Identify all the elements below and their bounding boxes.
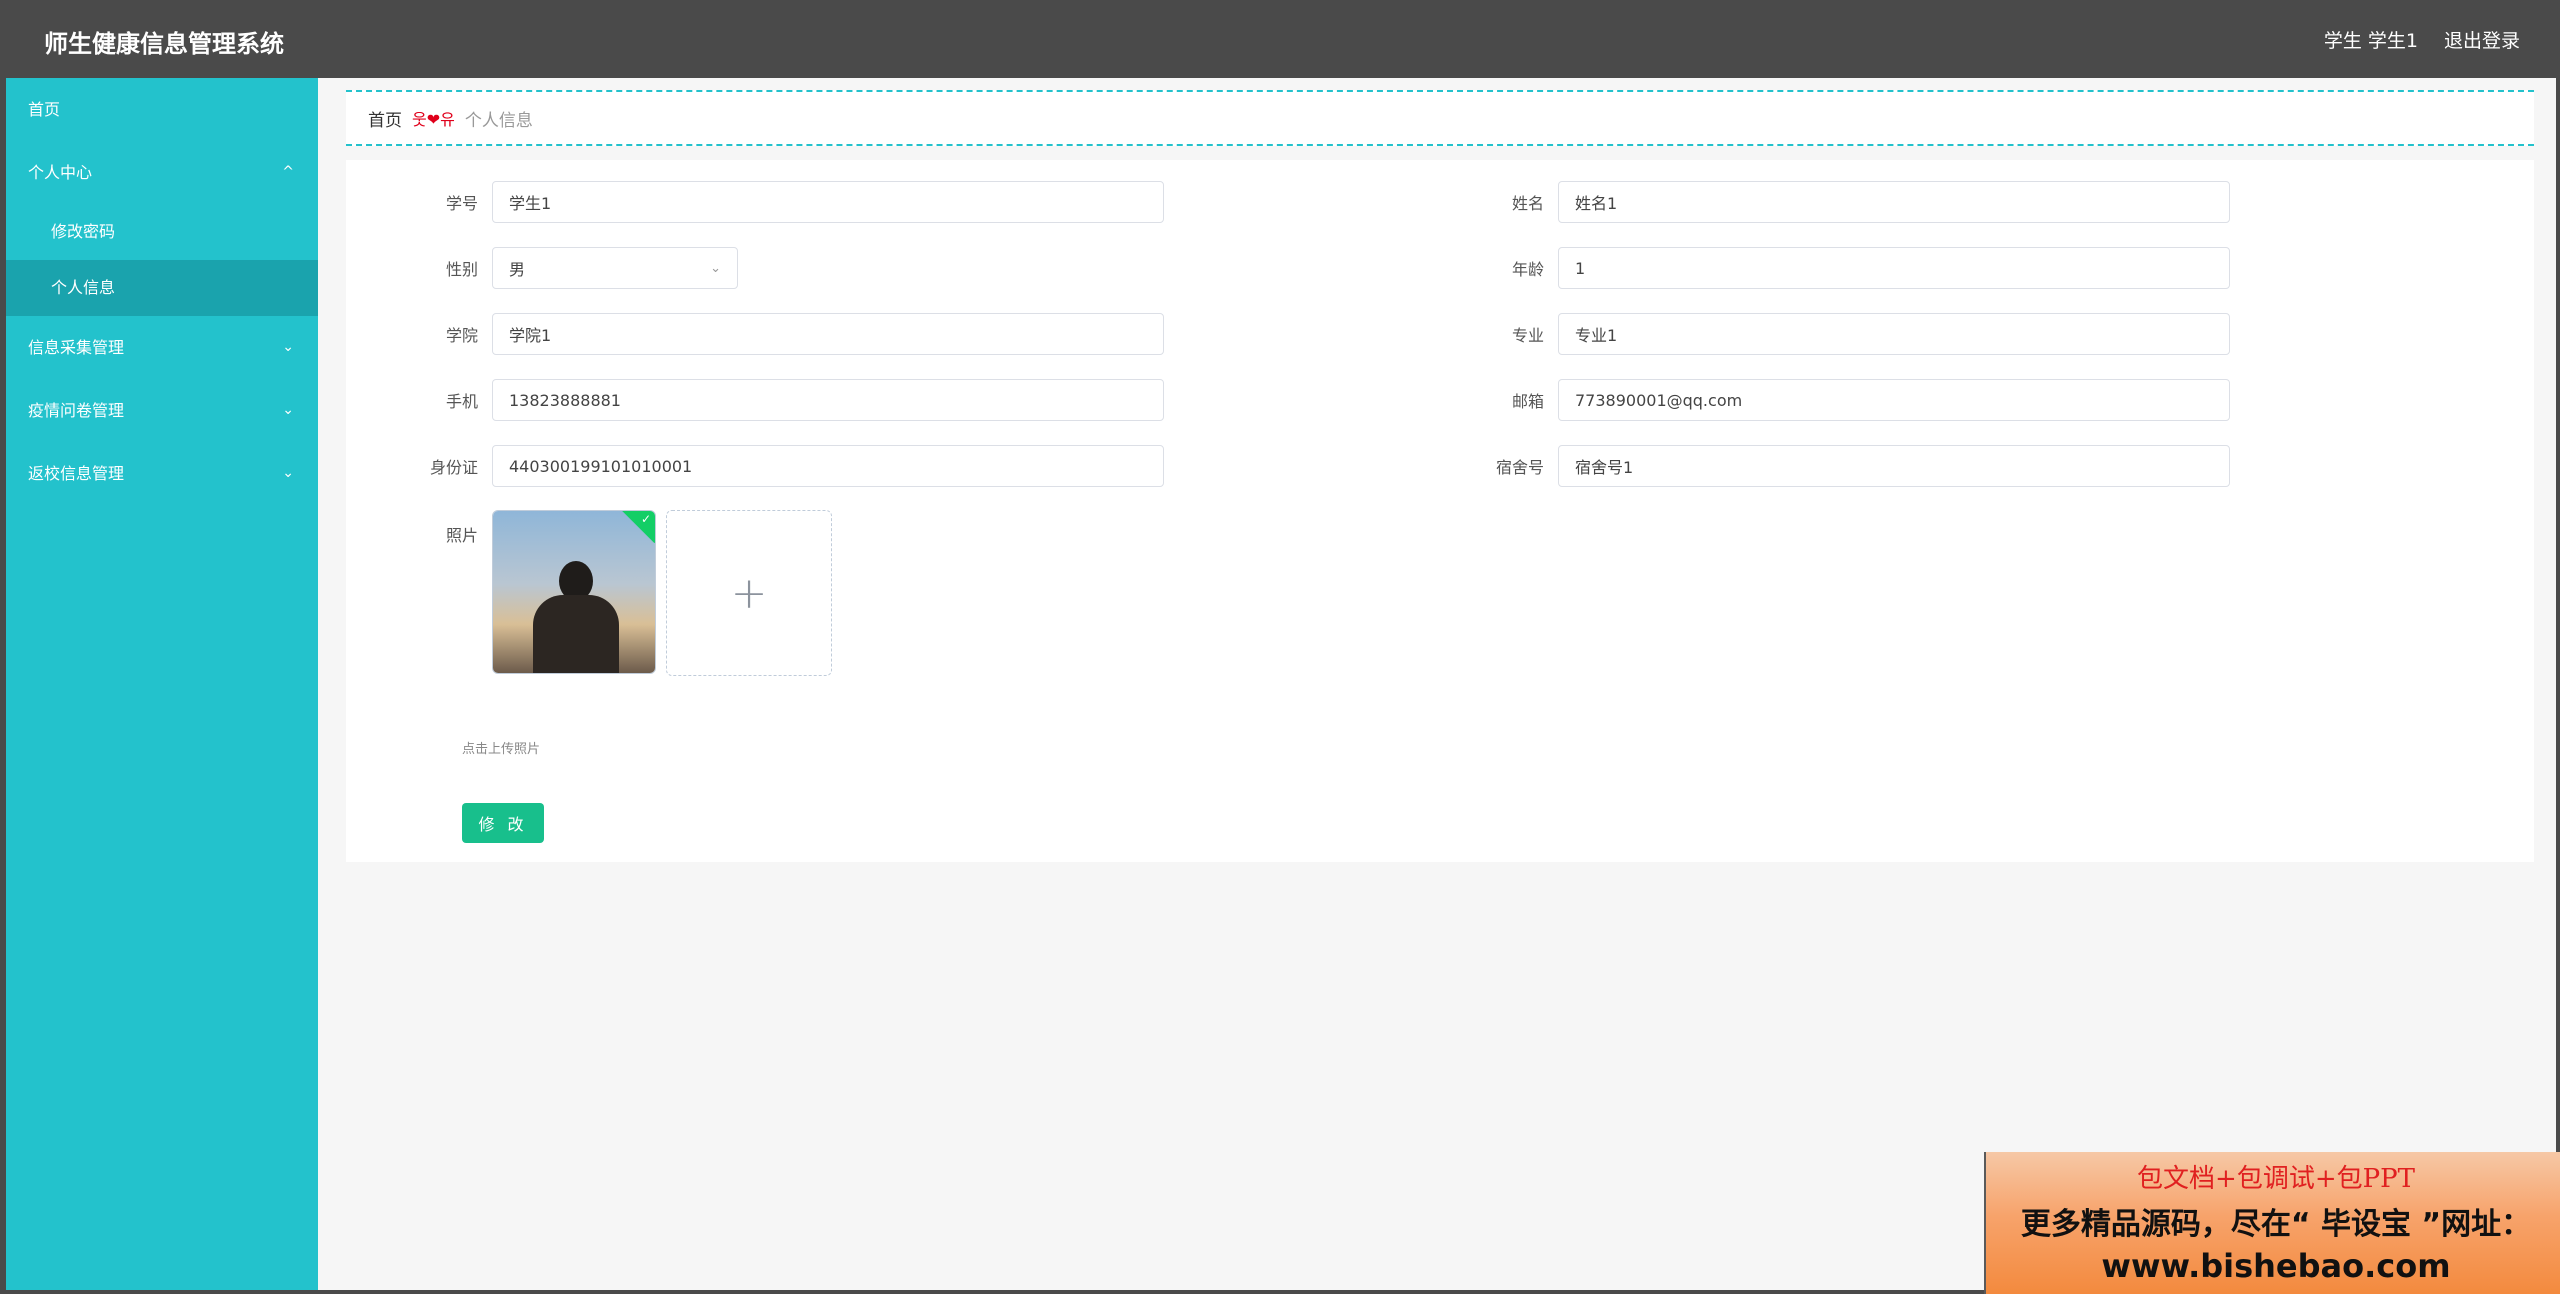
email-input[interactable] (1558, 379, 2230, 421)
field-major: 专业 (1456, 313, 2230, 355)
sidebar-item-info-collection[interactable]: 信息采集管理 ⌄ (6, 316, 318, 379)
watermark-banner: 包文档+包调试+包PPT 更多精品源码，尽在“ 毕设宝 ”网址： www.bis… (1984, 1152, 2560, 1294)
student-id-label: 学号 (445, 194, 478, 213)
watermark-line-1: 包文档+包调试+包PPT (2137, 1164, 2415, 1194)
photo-upload-button[interactable]: + (666, 510, 832, 676)
plus-icon: + (730, 567, 768, 619)
field-phone: 手机 (390, 379, 1164, 421)
gender-select[interactable]: 男 ⌄ (492, 247, 738, 289)
sidebar-item-change-password[interactable]: 修改密码 (6, 204, 318, 260)
current-user: 学生 学生1 (2323, 30, 2418, 52)
breadcrumb-home[interactable]: 首页 (368, 106, 402, 131)
watermark-line-2: 更多精品源码，尽在“ 毕设宝 ”网址： (2020, 1207, 2532, 1242)
sidebar-item-label: 疫情问卷管理 (28, 401, 125, 420)
major-label: 专业 (1511, 326, 1544, 345)
submit-button[interactable]: 修 改 (462, 803, 544, 843)
field-dorm: 宿舍号 (1456, 445, 2230, 487)
chevron-down-icon: ⌄ (282, 465, 294, 481)
sidebar-item-epidemic-survey[interactable]: 疫情问卷管理 ⌄ (6, 379, 318, 442)
major-input[interactable] (1558, 313, 2230, 355)
dorm-input[interactable] (1558, 445, 2230, 487)
sidebar: 首页 个人中心 ^ 修改密码 个人信息 信息采集管理 ⌄ 疫情问卷管理 ⌄ 返校… (6, 78, 318, 1290)
email-label: 邮箱 (1511, 392, 1544, 411)
field-id-card: 身份证 (390, 445, 1164, 487)
sidebar-item-return-school[interactable]: 返校信息管理 ⌄ (6, 442, 318, 505)
chevron-down-icon: ⌄ (710, 260, 721, 276)
field-email: 邮箱 (1456, 379, 2230, 421)
gender-label: 性别 (445, 260, 478, 279)
main-content: 首页 웃❤유 个人信息 学号 姓名 性别 男 ⌄ 年龄 (346, 90, 2534, 862)
app-frame: 师生健康信息管理系统 学生 学生1 退出登录 首页 个人中心 ^ 修改密码 个人… (6, 0, 2560, 1294)
sidebar-item-personal-info[interactable]: 个人信息 (6, 260, 318, 316)
name-label: 姓名 (1511, 194, 1544, 213)
sidebar-item-label: 首页 (28, 100, 61, 119)
gender-selected-value: 男 (509, 260, 526, 279)
topbar-user-area: 学生 学生1 退出登录 (2324, 26, 2520, 53)
personal-info-form: 学号 姓名 性别 男 ⌄ 年龄 学院 (346, 160, 2534, 862)
age-label: 年龄 (1511, 260, 1544, 279)
student-id-input[interactable] (492, 181, 1164, 223)
chevron-down-icon: ⌄ (282, 402, 294, 418)
id-card-input[interactable] (492, 445, 1164, 487)
uploaded-photo-thumbnail[interactable]: ✓ (492, 510, 656, 674)
photo-person (533, 561, 619, 673)
watermark-line-3: www.bishebao.com (2101, 1247, 2451, 1285)
photo-person-body (533, 595, 619, 673)
field-college: 学院 (390, 313, 1164, 355)
field-student-id: 学号 (390, 181, 1164, 223)
phone-label: 手机 (445, 392, 478, 411)
chevron-up-icon: ^ (282, 164, 294, 180)
name-input[interactable] (1558, 181, 2230, 223)
field-photo: 照片 ✓ + (390, 510, 832, 676)
college-label: 学院 (445, 326, 478, 345)
breadcrumb-separator-icon: 웃❤유 (412, 110, 455, 129)
sidebar-item-home[interactable]: 首页 (6, 78, 318, 141)
logout-link[interactable]: 退出登录 (2444, 26, 2520, 53)
photo-label: 照片 (445, 526, 478, 545)
app-title: 师生健康信息管理系统 (44, 30, 284, 58)
breadcrumb-current: 个人信息 (464, 110, 533, 131)
field-age: 年龄 (1456, 247, 2230, 289)
id-card-label: 身份证 (429, 458, 478, 477)
upload-hint: 点击上传照片 (462, 742, 541, 757)
age-input[interactable] (1558, 247, 2230, 289)
sidebar-item-label: 返校信息管理 (28, 464, 125, 483)
college-input[interactable] (492, 313, 1164, 355)
phone-input[interactable] (492, 379, 1164, 421)
sidebar-item-personal-center[interactable]: 个人中心 ^ (6, 141, 318, 204)
breadcrumb: 首页 웃❤유 个人信息 (346, 90, 2534, 146)
dorm-label: 宿舍号 (1495, 458, 1544, 477)
sidebar-item-label: 个人中心 (28, 163, 93, 182)
check-icon: ✓ (640, 512, 651, 526)
field-name: 姓名 (1456, 181, 2230, 223)
chevron-down-icon: ⌄ (282, 339, 294, 355)
field-gender: 性别 男 ⌄ (390, 247, 738, 289)
sidebar-item-label: 信息采集管理 (28, 338, 125, 357)
top-bar: 师生健康信息管理系统 学生 学生1 退出登录 (6, 0, 2556, 78)
